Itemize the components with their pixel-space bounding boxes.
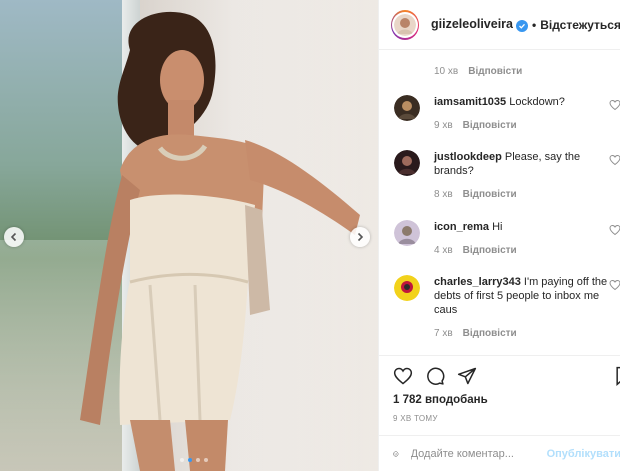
publish-button[interactable]: Опублікувати — [547, 448, 620, 460]
commenter-avatar[interactable] — [394, 150, 420, 176]
comments-list[interactable]: 10 хв Відповісти iamsamit1035 Lockdown? 9… — [379, 50, 620, 360]
comment-meta: 7 хв Відповісти — [434, 328, 517, 339]
paper-plane-icon[interactable] — [457, 366, 477, 386]
comment-reply-button[interactable]: Відповісти — [463, 328, 517, 339]
comment-heart-icon[interactable] — [609, 154, 620, 166]
comment-username[interactable]: iamsamit1035 — [434, 96, 506, 108]
post-timestamp[interactable]: 9 ХВ ТОМУ — [393, 414, 438, 423]
comment-username[interactable]: justlookdeep — [434, 151, 502, 163]
comment-heart-icon[interactable] — [609, 224, 620, 236]
comment-meta: 9 хв Відповісти — [434, 120, 517, 131]
comment-heart-icon[interactable] — [609, 279, 620, 291]
header-separator: • — [532, 17, 537, 32]
commenter-avatar[interactable] — [394, 95, 420, 121]
author-username-link[interactable]: giizeleoliveira — [431, 17, 528, 32]
comment-meta: 8 хв Відповісти — [434, 189, 517, 200]
add-comment-bar: Опублікувати — [379, 435, 620, 471]
carousel-dot — [196, 458, 200, 462]
verified-badge-icon — [516, 20, 528, 32]
post-header: giizeleoliveira • Відстежуться — [379, 0, 620, 50]
photo-subject — [0, 0, 378, 471]
comment-reply-button[interactable]: Відповісти — [463, 245, 517, 256]
post-actions: 1 782 вподобань 9 ХВ ТОМУ — [379, 355, 620, 435]
post-photo[interactable] — [0, 0, 378, 471]
author-avatar[interactable] — [391, 9, 420, 40]
chevron-left-icon — [10, 232, 17, 242]
caption-time: 10 хв — [434, 66, 459, 77]
carousel-next-button[interactable] — [350, 227, 370, 247]
smiley-icon[interactable] — [393, 444, 399, 464]
author-avatar-image — [394, 13, 416, 36]
follow-button[interactable]: Відстежуться — [540, 18, 620, 32]
commenter-avatar[interactable] — [394, 220, 420, 246]
carousel-prev-button[interactable] — [4, 227, 24, 247]
author-username: giizeleoliveira — [431, 17, 513, 31]
caption-meta: 10 хв Відповісти — [434, 66, 522, 77]
bookmark-icon[interactable] — [613, 366, 620, 386]
likes-count[interactable]: 1 782 вподобань — [393, 394, 488, 406]
comment-text: Hi — [492, 221, 503, 233]
comment-time: 4 хв — [434, 245, 453, 256]
comment-input[interactable] — [410, 447, 541, 460]
comment-username[interactable]: icon_rema — [434, 221, 489, 233]
chevron-right-icon — [357, 232, 364, 242]
comment-time: 8 хв — [434, 189, 453, 200]
carousel-indicator — [180, 458, 208, 462]
comment-time: 7 хв — [434, 328, 453, 339]
comment-username[interactable]: charles_larry343 — [434, 276, 521, 288]
carousel-dot — [188, 458, 192, 462]
comment-icon[interactable] — [425, 366, 445, 386]
comment-meta: 4 хв Відповісти — [434, 245, 517, 256]
comment-reply-button[interactable]: Відповісти — [463, 120, 517, 131]
commenter-avatar[interactable] — [394, 275, 420, 301]
post-side-panel: giizeleoliveira • Відстежуться 10 хв Відп… — [378, 0, 620, 471]
carousel-dot — [204, 458, 208, 462]
carousel-dot — [180, 458, 184, 462]
comment-time: 9 хв — [434, 120, 453, 131]
comment-text: Lockdown? — [509, 96, 565, 108]
comment-reply-button[interactable]: Відповісти — [463, 189, 517, 200]
comment-heart-icon[interactable] — [609, 99, 620, 111]
heart-icon[interactable] — [393, 366, 413, 386]
caption-reply-button[interactable]: Відповісти — [468, 66, 522, 77]
